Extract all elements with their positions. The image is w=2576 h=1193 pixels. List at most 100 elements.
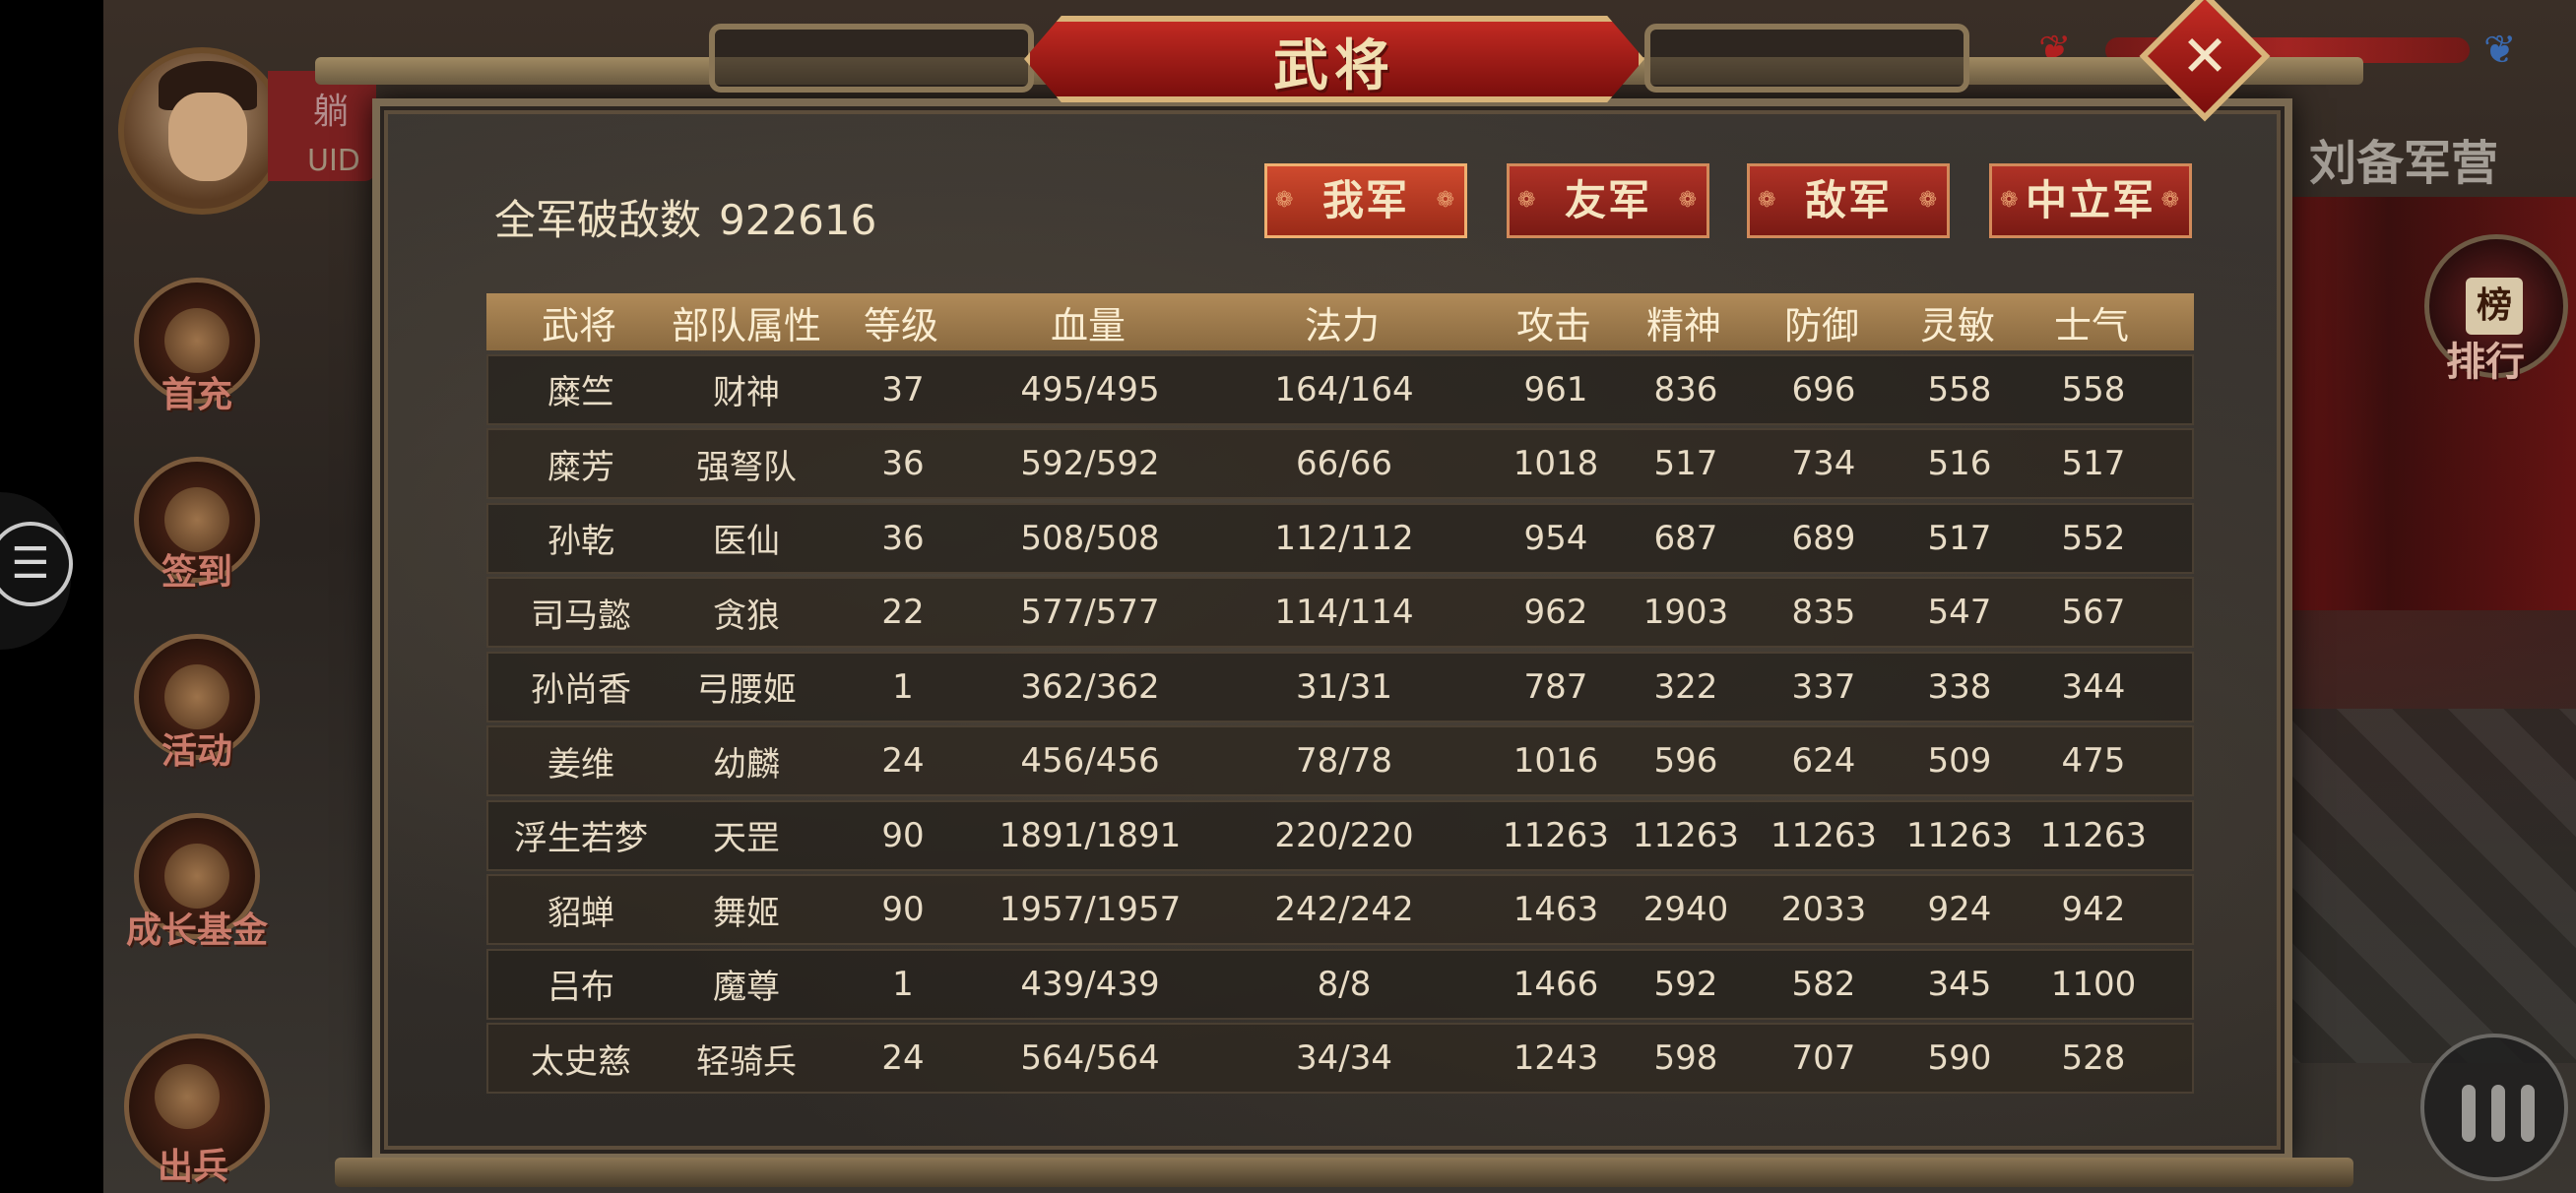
cell-defense: 835: [1791, 593, 1856, 632]
ranking-label: 排行: [2446, 340, 2525, 385]
table-row[interactable]: 糜竺 财神 37 495/495 164/164 961 836 696 558 558: [486, 353, 2194, 425]
cell-general-name: 糜竺: [547, 373, 614, 412]
generals-table: 武将 部队属性 等级 血量 法力 攻击 精神 防御 灵敏 士气 糜竺 财神 37 49…: [486, 293, 2194, 1094]
cell-hp: 362/362: [1020, 666, 1160, 707]
cell-level: 1: [892, 964, 914, 1004]
cell-agility: 517: [1927, 518, 1992, 558]
cell-mp: 220/220: [1274, 815, 1414, 855]
cell-agility: 11263: [1905, 815, 2014, 855]
cell-troop-type: 舞姬: [713, 893, 780, 933]
cell-hp: 508/508: [1020, 518, 1160, 558]
table-body: 糜竺 财神 37 495/495 164/164 961 836 696 558 558 糜芳 强弩队…: [486, 353, 2194, 1094]
header-level: 等级: [863, 303, 938, 347]
table-row[interactable]: 吕布 魔尊 1 439/439 8/8 1466 592 582 345 1100: [486, 948, 2194, 1020]
header-morale: 士气: [2053, 303, 2129, 347]
cell-spirit: 2940: [1642, 890, 1729, 929]
cell-mp: 112/112: [1274, 518, 1414, 558]
cell-attack: 1016: [1513, 741, 1599, 781]
cell-attack: 961: [1523, 369, 1588, 409]
cell-morale: 11263: [2039, 815, 2148, 855]
table-row[interactable]: 姜维 幼麟 24 456/456 78/78 1016 596 624 509 475: [486, 725, 2194, 796]
cell-morale: 475: [2061, 741, 2126, 781]
cell-troop-type: 魔尊: [713, 968, 780, 1007]
cell-morale: 558: [2061, 369, 2126, 409]
cell-hp: 456/456: [1020, 741, 1160, 781]
table-row[interactable]: 孙尚香 弓腰姬 1 362/362 31/31 787 322 337 338 344: [486, 651, 2194, 722]
cell-spirit: 687: [1653, 518, 1718, 558]
cell-agility: 516: [1927, 444, 1992, 483]
cell-general-name: 浮生若梦: [514, 819, 648, 858]
cell-attack: 1243: [1513, 1038, 1599, 1078]
cell-troop-type: 天罡: [713, 819, 780, 858]
cell-level: 22: [881, 593, 925, 632]
header-agility: 灵敏: [1919, 303, 1995, 347]
cell-troop-type: 贪狼: [713, 596, 780, 636]
cell-hp: 577/577: [1020, 593, 1160, 632]
tab-our-army[interactable]: 我军: [1264, 163, 1467, 238]
cell-morale: 942: [2061, 890, 2126, 929]
table-row[interactable]: 司马懿 贪狼 22 577/577 114/114 962 1903 835 547 567: [486, 577, 2194, 648]
cell-agility: 547: [1927, 593, 1992, 632]
cell-hp: 564/564: [1020, 1038, 1160, 1078]
header-defense: 防御: [1783, 303, 1859, 347]
dialog-bottom-rim: [335, 1158, 2353, 1187]
scene-floor-tiles: [2245, 709, 2576, 1063]
cell-hp: 439/439: [1020, 964, 1160, 1004]
cell-defense: 2033: [1780, 890, 1867, 929]
total-kills-label: 全军破敌数: [494, 196, 702, 244]
cell-morale: 344: [2061, 666, 2126, 707]
sign-in-label: 签到: [161, 552, 233, 593]
cell-spirit: 596: [1653, 741, 1718, 781]
cell-troop-type: 强弩队: [696, 447, 797, 487]
cell-mp: 164/164: [1274, 369, 1414, 409]
cell-hp: 592/592: [1020, 444, 1160, 483]
cell-defense: 734: [1791, 444, 1856, 483]
ranking-icon: 榜: [2466, 278, 2523, 335]
cell-spirit: 598: [1653, 1038, 1718, 1078]
cell-level: 36: [881, 444, 925, 483]
cell-morale: 552: [2061, 518, 2126, 558]
cell-attack: 962: [1523, 593, 1588, 632]
header-general: 武将: [541, 303, 616, 347]
table-row[interactable]: 太史慈 轻骑兵 24 564/564 34/34 1243 598 707 590 528: [486, 1023, 2194, 1094]
player-name: 躺: [313, 92, 350, 132]
table-header: 武将 部队属性 等级 血量 法力 攻击 精神 防御 灵敏 士气: [486, 293, 2194, 350]
cell-spirit: 11263: [1632, 815, 1740, 855]
cell-level: 24: [881, 1038, 925, 1078]
menu-icon[interactable]: [2420, 1034, 2568, 1181]
table-row[interactable]: 糜芳 强弩队 36 592/592 66/66 1018 517 734 516 517: [486, 428, 2194, 499]
cell-agility: 590: [1927, 1038, 1992, 1078]
header-hp: 血量: [1050, 303, 1126, 347]
table-row[interactable]: 浮生若梦 天罡 90 1891/1891 220/220 11263 11263 11263 1…: [486, 799, 2194, 871]
close-icon[interactable]: ✕: [2158, 10, 2251, 102]
cell-spirit: 322: [1653, 666, 1718, 707]
cell-defense: 624: [1791, 741, 1856, 781]
cell-hp: 1957/1957: [998, 890, 1182, 929]
total-kills: 全军破敌数 922616: [494, 187, 876, 247]
dialog-title: 武将: [1273, 34, 1395, 98]
tab-allied-army[interactable]: 友军: [1507, 163, 1709, 238]
cell-spirit: 592: [1653, 964, 1718, 1004]
player-avatar[interactable]: [118, 47, 286, 215]
cell-attack: 1018: [1513, 444, 1599, 483]
cell-defense: 11263: [1770, 815, 1878, 855]
tab-enemy-army[interactable]: 敌军: [1747, 163, 1950, 238]
cell-defense: 582: [1791, 964, 1856, 1004]
cell-troop-type: 医仙: [713, 522, 780, 561]
cell-general-name: 司马懿: [531, 596, 631, 636]
dialog-right-scroll-ornament: [1644, 24, 1969, 93]
table-row[interactable]: 貂蝉 舞姬 90 1957/1957 242/242 1463 2940 2033 924 942: [486, 874, 2194, 945]
table-row[interactable]: 孙乾 医仙 36 508/508 112/112 954 687 689 517 552: [486, 502, 2194, 574]
tab-neutral-army[interactable]: 中立军: [1989, 163, 2192, 238]
dialog-left-scroll-ornament: [709, 24, 1034, 93]
header-troop-type: 部队属性: [672, 303, 822, 347]
cell-morale: 517: [2061, 444, 2126, 483]
cell-level: 36: [881, 518, 925, 558]
cell-attack: 1463: [1513, 890, 1599, 929]
cell-defense: 696: [1791, 369, 1856, 409]
cell-morale: 1100: [2050, 964, 2137, 1004]
cell-attack: 11263: [1502, 815, 1610, 855]
first-recharge-label: 首充: [161, 375, 233, 415]
activity-label: 活动: [161, 731, 233, 772]
cell-general-name: 太史慈: [531, 1041, 631, 1082]
